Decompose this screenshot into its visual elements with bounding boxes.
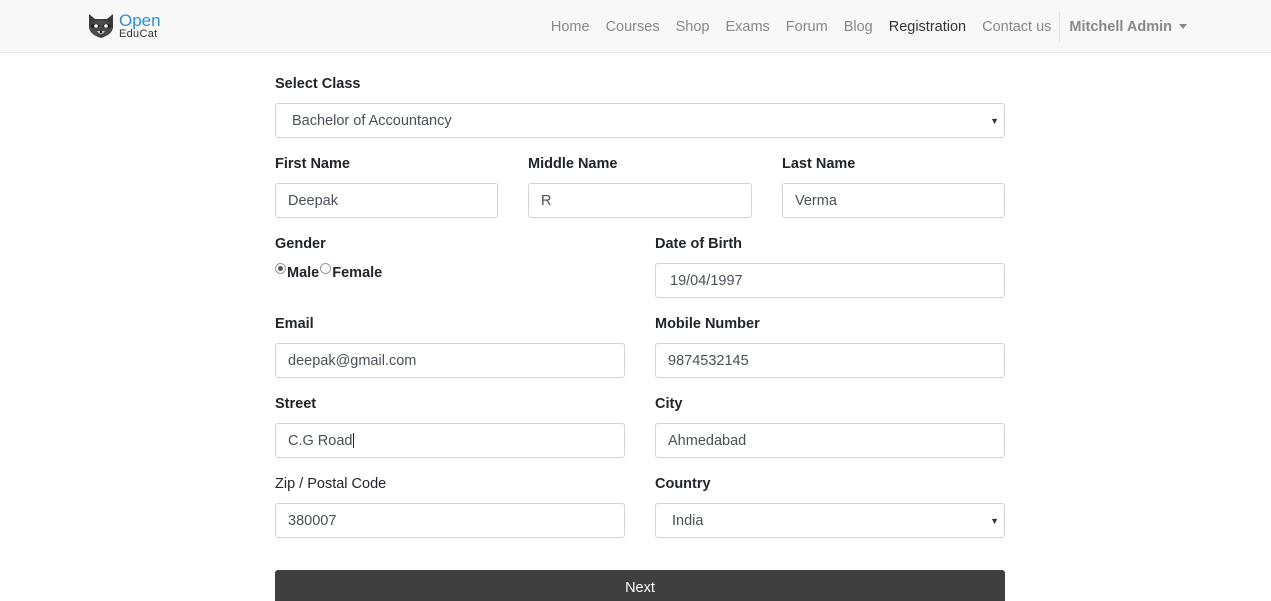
- first-name-label: First Name: [275, 156, 350, 172]
- country-label: Country: [655, 476, 711, 492]
- middle-name-value: R: [541, 192, 552, 209]
- street-input[interactable]: C.G Road: [275, 423, 625, 458]
- last-name-input[interactable]: Verma: [782, 183, 1005, 218]
- dropdown-arrow-icon: ▼: [990, 516, 999, 526]
- country-dropdown[interactable]: India ▼: [655, 503, 1005, 538]
- top-navbar: Open EduCat Home Courses Shop Exams Foru…: [0, 0, 1271, 53]
- gender-radio-group: Male Female: [275, 263, 382, 281]
- gender-label: Gender: [275, 236, 326, 252]
- zip-value: 380007: [288, 512, 337, 529]
- select-class-dropdown[interactable]: Bachelor of Accountancy ▼: [275, 103, 1005, 138]
- gender-male-label[interactable]: Male: [287, 265, 319, 281]
- mobile-label: Mobile Number: [655, 316, 760, 332]
- nav-exams[interactable]: Exams: [725, 19, 769, 35]
- mobile-value: 9874532145: [668, 352, 749, 369]
- nav-courses[interactable]: Courses: [606, 19, 660, 35]
- dob-label: Date of Birth: [655, 236, 742, 252]
- nav-registration[interactable]: Registration: [889, 19, 966, 35]
- nav-home[interactable]: Home: [551, 19, 590, 35]
- email-label: Email: [275, 316, 314, 332]
- brand-text: Open EduCat: [119, 10, 161, 40]
- first-name-value: Deepak: [288, 192, 338, 209]
- street-value: C.G Road: [288, 432, 353, 449]
- dob-input[interactable]: 19/04/1997: [655, 263, 1005, 298]
- brand-line2: EduCat: [119, 27, 158, 40]
- last-name-label: Last Name: [782, 156, 856, 172]
- email-value: deepak@gmail.com: [288, 352, 417, 369]
- city-input[interactable]: Ahmedabad: [655, 423, 1005, 458]
- city-value: Ahmedabad: [668, 432, 747, 449]
- email-input[interactable]: deepak@gmail.com: [275, 343, 625, 378]
- gender-female-label[interactable]: Female: [332, 265, 382, 281]
- city-label: City: [655, 396, 683, 412]
- country-value: India: [672, 512, 704, 529]
- dob-value: 19/04/1997: [670, 272, 743, 289]
- user-name: Mitchell Admin: [1069, 18, 1172, 35]
- zip-input[interactable]: 380007: [275, 503, 625, 538]
- brand-line1: Open: [119, 10, 161, 30]
- last-name-value: Verma: [795, 192, 837, 209]
- nav-forum[interactable]: Forum: [786, 19, 828, 35]
- zip-label: Zip / Postal Code: [275, 476, 387, 492]
- mobile-input[interactable]: 9874532145: [655, 343, 1005, 378]
- nav-shop[interactable]: Shop: [676, 19, 710, 35]
- nav-divider: [1059, 11, 1061, 42]
- middle-name-label: Middle Name: [528, 156, 618, 172]
- middle-name-input[interactable]: R: [528, 183, 752, 218]
- text-cursor: [353, 433, 355, 448]
- caret-down-icon: [1179, 24, 1187, 29]
- gender-male-radio[interactable]: [275, 263, 286, 274]
- nav-blog[interactable]: Blog: [844, 19, 873, 35]
- street-label: Street: [275, 396, 317, 412]
- dropdown-arrow-icon: ▼: [990, 116, 999, 126]
- first-name-input[interactable]: Deepak: [275, 183, 498, 218]
- next-button[interactable]: Next: [275, 570, 1005, 601]
- gender-female-radio[interactable]: [320, 263, 332, 274]
- select-class-label: Select Class: [275, 76, 361, 92]
- select-class-value: Bachelor of Accountancy: [292, 112, 452, 129]
- nav-menu: Home Courses Shop Exams Forum Blog Regis…: [535, 0, 1187, 53]
- brand-logo[interactable]: Open EduCat: [86, 12, 161, 40]
- raccoon-icon: [88, 14, 114, 38]
- user-menu-dropdown[interactable]: Mitchell Admin: [1069, 19, 1187, 35]
- nav-contact[interactable]: Contact us: [982, 19, 1051, 35]
